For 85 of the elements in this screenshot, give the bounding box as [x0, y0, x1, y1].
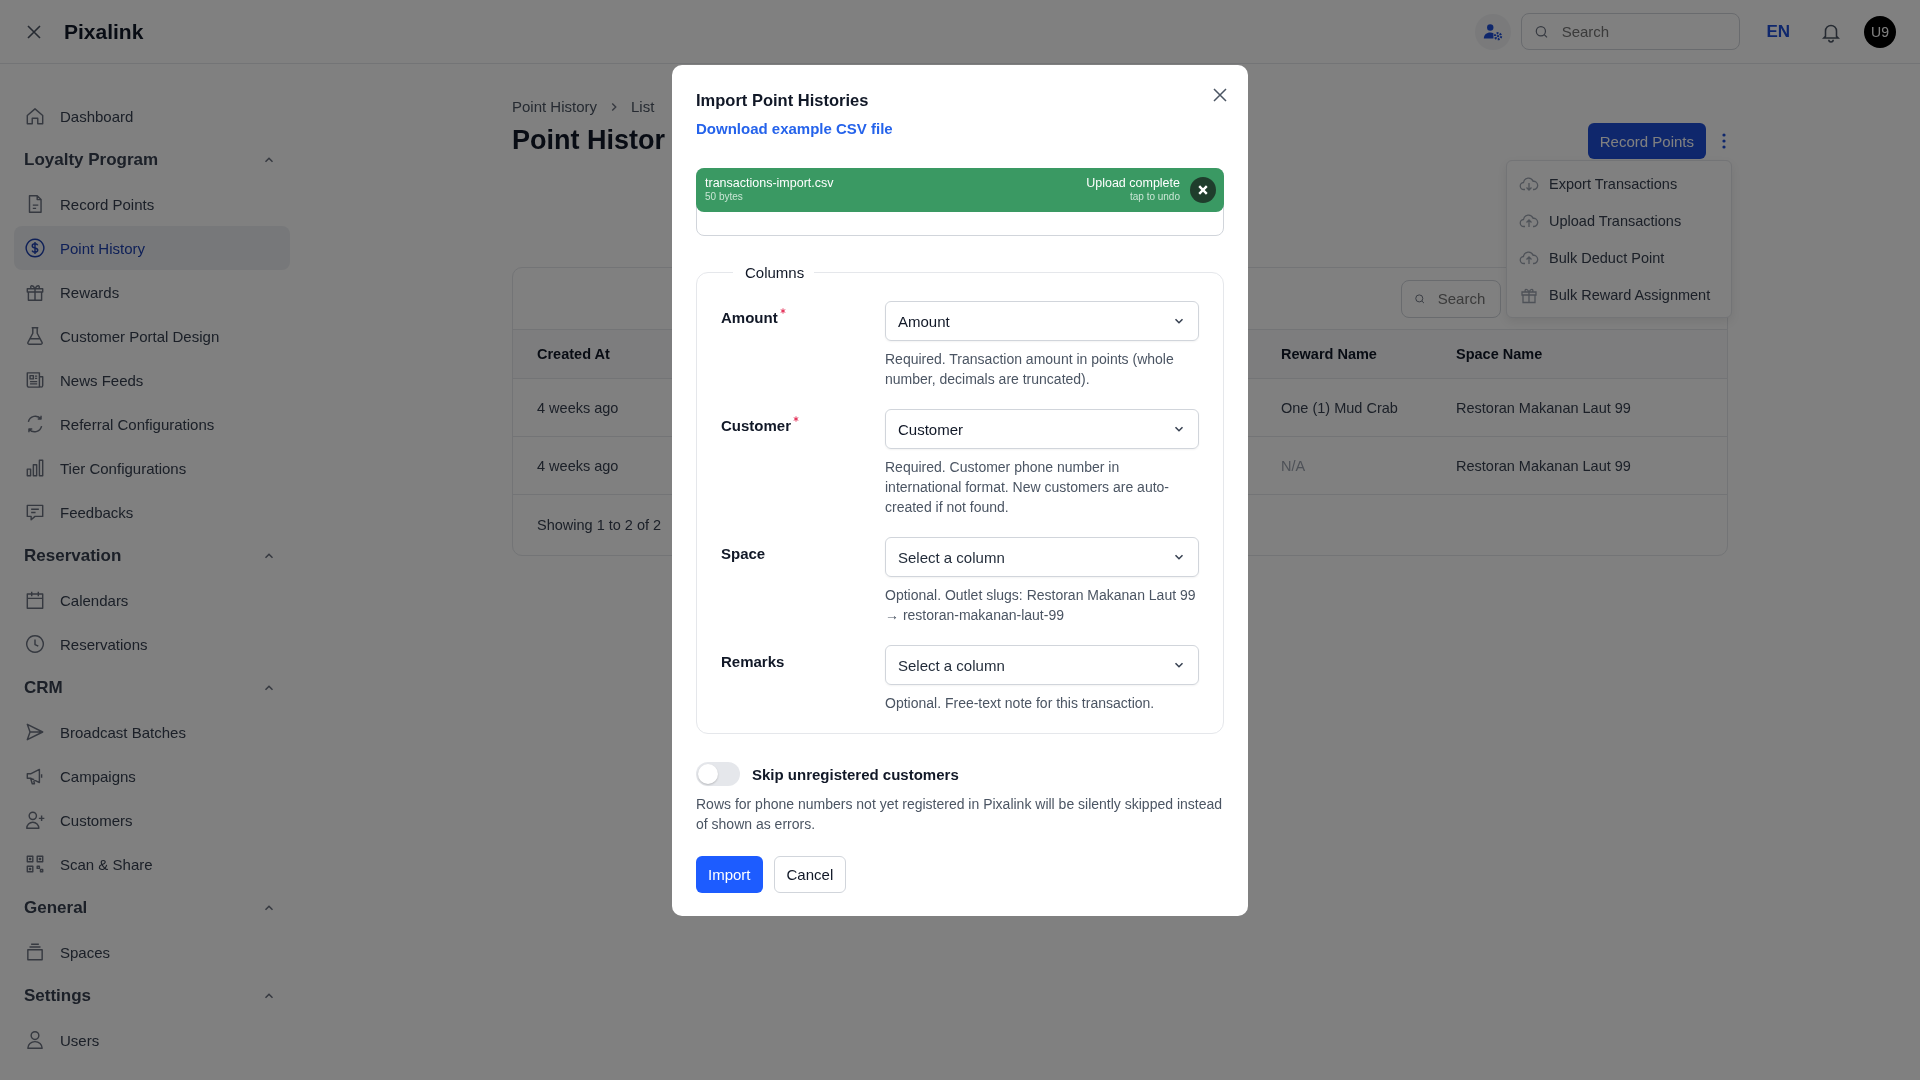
user-icon	[24, 1029, 46, 1051]
help-text: Optional. Outlet slugs: Restoran Makanan Laut 99 → restoran-makanan-laut-99	[885, 586, 1197, 625]
sidebar-item[interactable]: Referral Configurations	[14, 402, 290, 446]
qr-code-icon	[24, 853, 46, 875]
sidebar-item[interactable]: Calendars	[14, 578, 290, 622]
send-icon	[24, 721, 46, 743]
undo-hint: tap to undo	[1129, 190, 1180, 203]
search-field[interactable]: Search	[1521, 13, 1741, 50]
menu-item[interactable]: Upload Transactions	[1507, 202, 1731, 239]
flask-icon	[24, 325, 46, 347]
help-text: Rows for phone numbers not yet registered in Pixalink will be silently skipped instead of shown as errors.	[696, 795, 1224, 834]
column-select[interactable]: Customer	[885, 409, 1199, 449]
remove-file-icon[interactable]	[1190, 177, 1216, 203]
menu-item[interactable]: Bulk Reward Assignment	[1507, 276, 1731, 313]
help-text: Optional. Free-text note for this transaction.	[885, 694, 1156, 713]
upload-area[interactable]: transactions-import.csv 50 bytes Upload complete tap to undo	[696, 168, 1224, 236]
app-title: Pixalink	[64, 19, 144, 44]
column-header: Reward Name	[1281, 346, 1377, 362]
field-label: Remarks	[721, 653, 785, 670]
more-icon[interactable]	[1720, 131, 1728, 151]
search-input[interactable]: Search	[1559, 22, 1728, 41]
table-cell: 4 weeks ago	[537, 457, 619, 474]
sidebar-item[interactable]: Dashboard	[14, 94, 290, 138]
section-title: Loyalty Program	[24, 150, 159, 170]
table-cell: 4 weeks ago	[537, 399, 619, 416]
calendar-icon	[24, 589, 46, 611]
file-name: transactions-import.csv	[705, 177, 834, 190]
column-header: Created At	[537, 346, 610, 362]
field-label: Customer	[721, 417, 791, 434]
search-field[interactable]: Search	[1401, 279, 1501, 318]
help-text: Required. Customer phone number in international format. New customers are auto-created if not found.	[885, 458, 1170, 517]
sidebar-item[interactable]: Broadcast Batches	[14, 710, 290, 754]
search-input[interactable]: Search	[1435, 289, 1488, 308]
column-select[interactable]: Select a column	[885, 645, 1199, 685]
import-button[interactable]: Import	[696, 856, 763, 893]
sidebar-item[interactable]: Feedbacks	[14, 490, 290, 534]
table-cell: Restoran Makanan Laut 99	[1456, 399, 1631, 416]
menu-item[interactable]: Bulk Deduct Point	[1507, 239, 1731, 276]
sidebar-item[interactable]: Tier Configurations	[14, 446, 290, 490]
table-cell: Restoran Makanan Laut 99	[1456, 457, 1631, 474]
column-header: Space Name	[1456, 346, 1543, 362]
column-select[interactable]: Select a column	[885, 537, 1199, 577]
sidebar-item[interactable]: News Feeds	[14, 358, 290, 402]
house-icon	[24, 105, 46, 127]
bar-chart-icon	[24, 457, 46, 479]
sidebar-item[interactable]: Customer Portal Design	[14, 314, 290, 358]
section-title: CRM	[24, 678, 63, 698]
dollar-icon	[24, 237, 46, 259]
help-text: Required. Transaction amount in points (whole number, decimals are truncated).	[885, 350, 1175, 389]
breadcrumb-link[interactable]: List	[631, 98, 655, 115]
page-title: Point Histor	[512, 125, 665, 156]
table-cell: One (1) Mud Crab	[1281, 399, 1398, 416]
user-avatar[interactable]: U9	[1864, 15, 1896, 48]
sidebar-item[interactable]: Customers	[14, 798, 290, 842]
dialog-title: Import Point Histories	[696, 90, 869, 111]
newspaper-icon	[24, 369, 46, 391]
sidebar-item[interactable]: Scan & Share	[14, 842, 290, 886]
field-label: Space	[721, 545, 766, 562]
file-size: 50 bytes	[705, 190, 744, 203]
sidebar-item[interactable]: Users	[14, 1018, 290, 1062]
language-link[interactable]: EN	[1766, 21, 1790, 42]
panel-legend: Columns	[733, 264, 815, 281]
field-label: Amount	[721, 309, 778, 326]
section-title: Reservation	[24, 546, 122, 566]
upload-status: Upload complete	[1086, 177, 1180, 190]
section-title: Settings	[24, 986, 92, 1006]
sidebar-item[interactable]: Reservations	[14, 622, 290, 666]
sidebar-item[interactable]: Point History	[14, 226, 290, 270]
menu-item[interactable]: Export Transactions	[1507, 165, 1731, 202]
breadcrumb-link[interactable]: Point History	[512, 98, 598, 115]
record-points-button[interactable]: Record Points	[1587, 123, 1706, 159]
user-plus-icon	[24, 809, 46, 831]
section-title: General	[24, 898, 88, 918]
clock-icon	[24, 633, 46, 655]
toggle-label: Skip unregistered customers	[752, 765, 959, 783]
sidebar-item[interactable]: Spaces	[14, 930, 290, 974]
column-select[interactable]: Amount	[885, 301, 1199, 341]
sidebar-item[interactable]: Rewards	[14, 270, 290, 314]
toggle-switch[interactable]	[696, 762, 740, 786]
download-link[interactable]: Download example CSV file	[696, 120, 893, 137]
sidebar-item[interactable]: Campaigns	[14, 754, 290, 798]
sidebar-item[interactable]: Record Points	[14, 182, 290, 226]
pagination-text: Showing 1 to 2 of 2	[537, 517, 662, 533]
tray-icon	[24, 941, 46, 963]
cancel-button[interactable]: Cancel	[773, 856, 847, 893]
